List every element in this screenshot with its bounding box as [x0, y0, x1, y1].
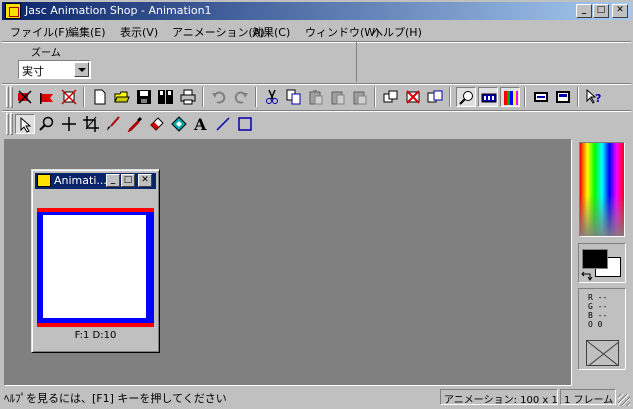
color-spectrum[interactable]: [579, 142, 625, 237]
zoom-panel: ズーム 実寸: [5, 42, 357, 82]
mover-icon[interactable]: [59, 114, 79, 134]
zoom-icon[interactable]: [37, 114, 57, 134]
menu-help[interactable]: ヘルプ(H): [372, 24, 422, 40]
optimization-wizard-icon[interactable]: [59, 87, 79, 107]
close-button[interactable]: ✕: [612, 4, 628, 18]
animation-window-title: Animati...: [54, 174, 107, 187]
close-button[interactable]: ✕: [138, 174, 152, 187]
zoom-view-icon[interactable]: [456, 87, 476, 107]
chevron-down-icon[interactable]: [74, 62, 89, 77]
save-icon[interactable]: [134, 87, 154, 107]
color-info-panel: R -- G -- B -- O 0: [578, 288, 626, 370]
paintbrush-icon[interactable]: [103, 114, 123, 134]
toolbar-separator: [202, 87, 204, 107]
blue-value: B --: [588, 311, 608, 320]
toolbar-separator: [524, 87, 526, 107]
insert-frame-icon[interactable]: [381, 87, 401, 107]
svg-text:A: A: [193, 116, 207, 132]
redo-icon[interactable]: [231, 87, 251, 107]
animation-wizard-icon[interactable]: [15, 87, 35, 107]
toolbar-separator: [577, 87, 579, 107]
green-value: G --: [588, 302, 608, 311]
swap-colors-icon[interactable]: [581, 271, 593, 281]
zoom-select[interactable]: 実寸: [18, 60, 91, 79]
main-toolbar: ?: [4, 84, 631, 110]
app-icon[interactable]: [5, 3, 21, 19]
animation-window-title-bar[interactable]: Animati... _ □ ✕: [35, 173, 156, 189]
print-icon[interactable]: [178, 87, 198, 107]
menu-file[interactable]: ファイル(F): [10, 24, 69, 40]
undo-icon[interactable]: [209, 87, 229, 107]
copy-icon[interactable]: [284, 87, 304, 107]
menu-animation[interactable]: アニメーション(A): [172, 24, 265, 40]
palette-icon[interactable]: [500, 87, 520, 107]
color-palette-panel: R -- G -- B -- O 0: [574, 139, 630, 386]
toolbar-grip[interactable]: [10, 113, 13, 135]
delete-frame-icon[interactable]: [403, 87, 423, 107]
eraser-icon[interactable]: [147, 114, 167, 134]
arrow-icon[interactable]: [15, 114, 35, 134]
save-all-icon[interactable]: [156, 87, 176, 107]
paste-frame-icon[interactable]: [350, 87, 370, 107]
opacity-value: O 0: [588, 320, 603, 329]
window-title: Jasc Animation Shop - Animation1: [25, 4, 212, 17]
toolbar-separator: [255, 87, 257, 107]
status-animation-size: アニメーション: 100 x 100: [440, 389, 558, 405]
paste-icon[interactable]: [306, 87, 326, 107]
status-bar: ﾍﾙﾌﾟを見るには、[F1] キーを押してください アニメーション: 100 x…: [2, 387, 631, 407]
toolbar-separator: [374, 87, 376, 107]
menu-edit[interactable]: 編集(E): [68, 24, 106, 40]
duplicate-icon[interactable]: [425, 87, 445, 107]
status-frame-count: 1 フレーム: [560, 389, 616, 405]
menu-bar: ファイル(F) 編集(E) 表示(V) アニメーション(A) 効果(C) ウィン…: [2, 21, 631, 40]
zoom-value: 実寸: [22, 65, 44, 78]
fill-icon[interactable]: [169, 114, 189, 134]
red-value: R --: [588, 293, 608, 302]
animation-properties-icon[interactable]: [553, 87, 573, 107]
resize-grip[interactable]: [618, 394, 630, 406]
frame-info: F:1 D:10: [74, 330, 117, 341]
svg-text:?: ?: [595, 92, 601, 105]
minimize-button[interactable]: _: [106, 174, 120, 187]
foreground-color-swatch[interactable]: [582, 249, 608, 269]
menu-window[interactable]: ウィンドウ(W): [305, 24, 379, 40]
title-bar[interactable]: Jasc Animation Shop - Animation1 _ □ ✕: [2, 2, 631, 20]
toolbar-separator: [83, 87, 85, 107]
paste-new-icon[interactable]: [328, 87, 348, 107]
maximize-button[interactable]: □: [121, 174, 135, 187]
minimize-button[interactable]: _: [576, 4, 592, 18]
animation-window-icon[interactable]: [37, 174, 51, 187]
transparent-color-icon[interactable]: [586, 340, 619, 366]
toolbar-grip[interactable]: [6, 113, 9, 135]
tools-toolbar: A: [4, 111, 631, 137]
toolbar-grip[interactable]: [10, 86, 13, 108]
color-swatches: [578, 243, 626, 283]
open-icon[interactable]: [112, 87, 132, 107]
rectangle-icon[interactable]: [235, 114, 255, 134]
maximize-button[interactable]: □: [593, 4, 609, 18]
frame-canvas[interactable]: [43, 215, 146, 318]
dropper-icon[interactable]: [125, 114, 145, 134]
status-help-text: ﾍﾙﾌﾟを見るには、[F1] キーを押してください: [4, 392, 227, 405]
frame-properties-icon[interactable]: [531, 87, 551, 107]
line-icon[interactable]: [213, 114, 233, 134]
toolbar-separator: [449, 87, 451, 107]
zoom-label: ズーム: [31, 48, 61, 59]
context-help-icon[interactable]: ?: [584, 87, 604, 107]
vcr-view-icon[interactable]: [478, 87, 498, 107]
frame-thumbnail[interactable]: [37, 208, 154, 327]
banner-wizard-icon[interactable]: [37, 87, 57, 107]
new-icon[interactable]: [90, 87, 110, 107]
animation-window[interactable]: Animati... _ □ ✕ F:1 D:10: [31, 169, 160, 353]
menu-effects[interactable]: 効果(C): [252, 24, 290, 40]
text-icon[interactable]: A: [191, 114, 211, 134]
menu-view[interactable]: 表示(V): [120, 24, 158, 40]
toolbar-grip[interactable]: [6, 86, 9, 108]
crop-icon[interactable]: [81, 114, 101, 134]
cut-icon[interactable]: [262, 87, 282, 107]
